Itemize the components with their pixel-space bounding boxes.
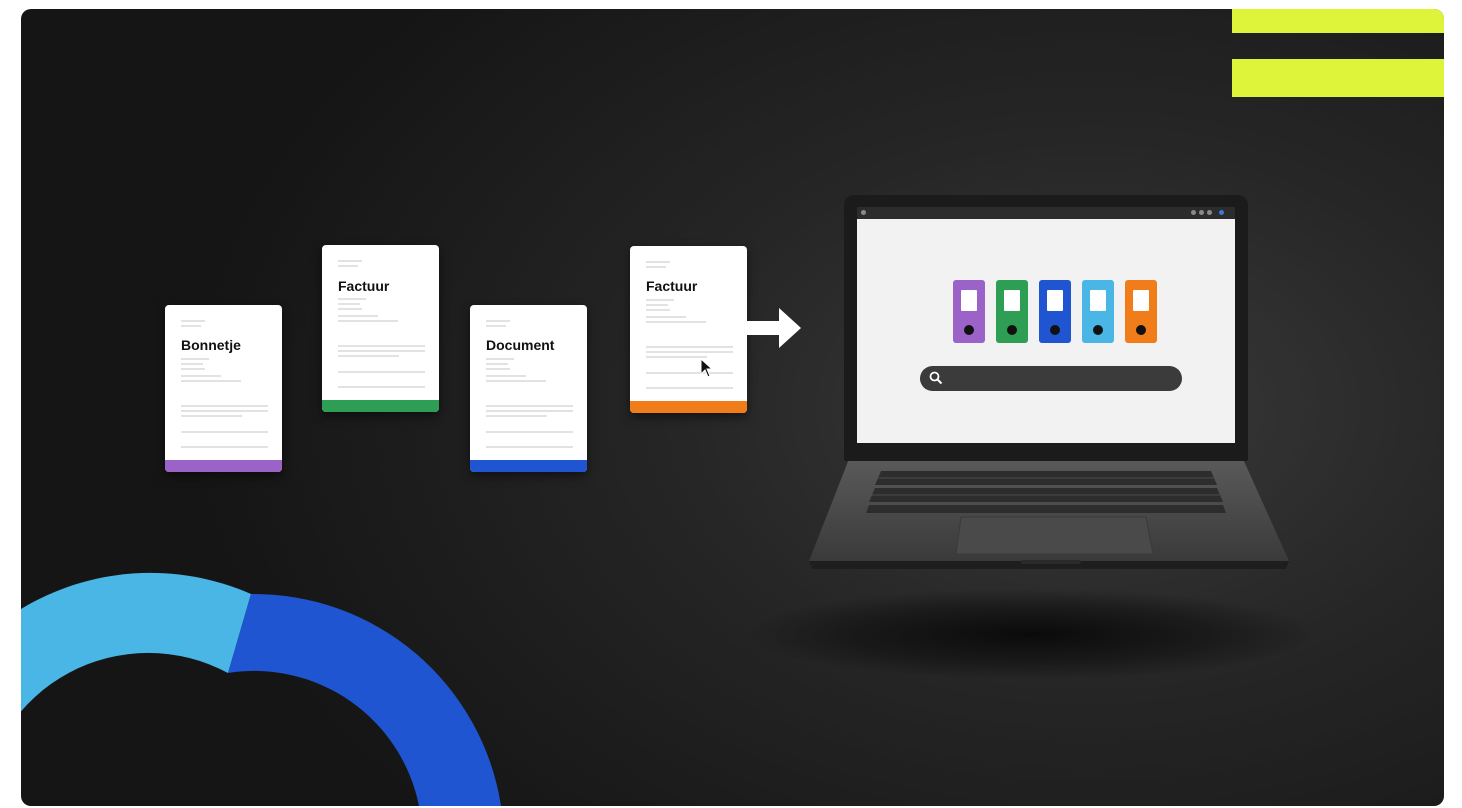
search-icon bbox=[929, 371, 943, 385]
search-bar[interactable] bbox=[920, 366, 1182, 391]
binder-icon bbox=[1082, 280, 1114, 343]
binder-icon bbox=[1125, 280, 1157, 343]
laptop-screen bbox=[857, 207, 1235, 443]
trackpad bbox=[955, 516, 1154, 555]
illustration-scene: Bonnetje Factuur Document Factuur bbox=[21, 9, 1444, 806]
browser-chrome bbox=[857, 207, 1235, 219]
binder-icon bbox=[1039, 280, 1071, 343]
binder-icon bbox=[953, 280, 985, 343]
keyboard bbox=[866, 471, 1226, 513]
binder-icon bbox=[996, 280, 1028, 343]
